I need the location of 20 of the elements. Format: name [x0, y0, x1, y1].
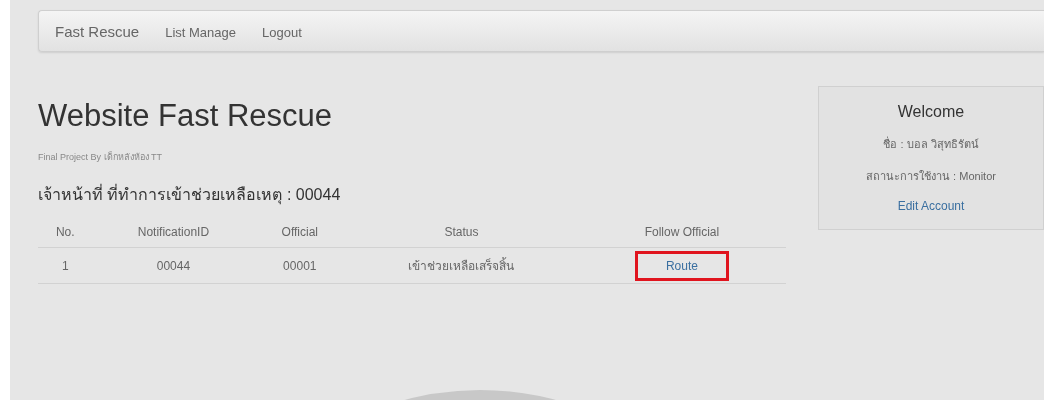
subtitle: Final Project By เด็กหลังห้อง TT [38, 150, 164, 164]
user-role: สถานะการใช้งาน : Monitor [866, 169, 996, 184]
column-header: No. [38, 217, 93, 248]
route-link[interactable]: Route [634, 250, 729, 281]
page-title: Website Fast Rescue [38, 98, 334, 134]
column-header: Follow Official [577, 217, 786, 248]
column-header: NotificationID [92, 217, 255, 248]
column-header: Official [254, 217, 346, 248]
table-cell: 1 [38, 247, 93, 284]
table-cell: เข้าช่วยเหลือเสร็จสิ้น [345, 247, 578, 284]
edit-account-link[interactable]: Edit Account [897, 199, 965, 213]
panel-title: Welcome [897, 103, 965, 121]
nav-link[interactable]: List Manage [165, 24, 237, 40]
column-header: Status [345, 217, 578, 248]
table-cell: 00001 [254, 247, 346, 284]
brand-link[interactable]: Fast Rescue [55, 22, 140, 40]
user-name: ชื่อ : บอล วิสุทธิรัตน์ [883, 135, 979, 153]
section-heading: เจ้าหน้าที่ ที่ทำการเข้าช่วยเหลือเหตุ : 00044 [38, 183, 342, 207]
table-cell: 00044 [92, 247, 255, 284]
nav-link[interactable]: Logout [262, 24, 302, 40]
